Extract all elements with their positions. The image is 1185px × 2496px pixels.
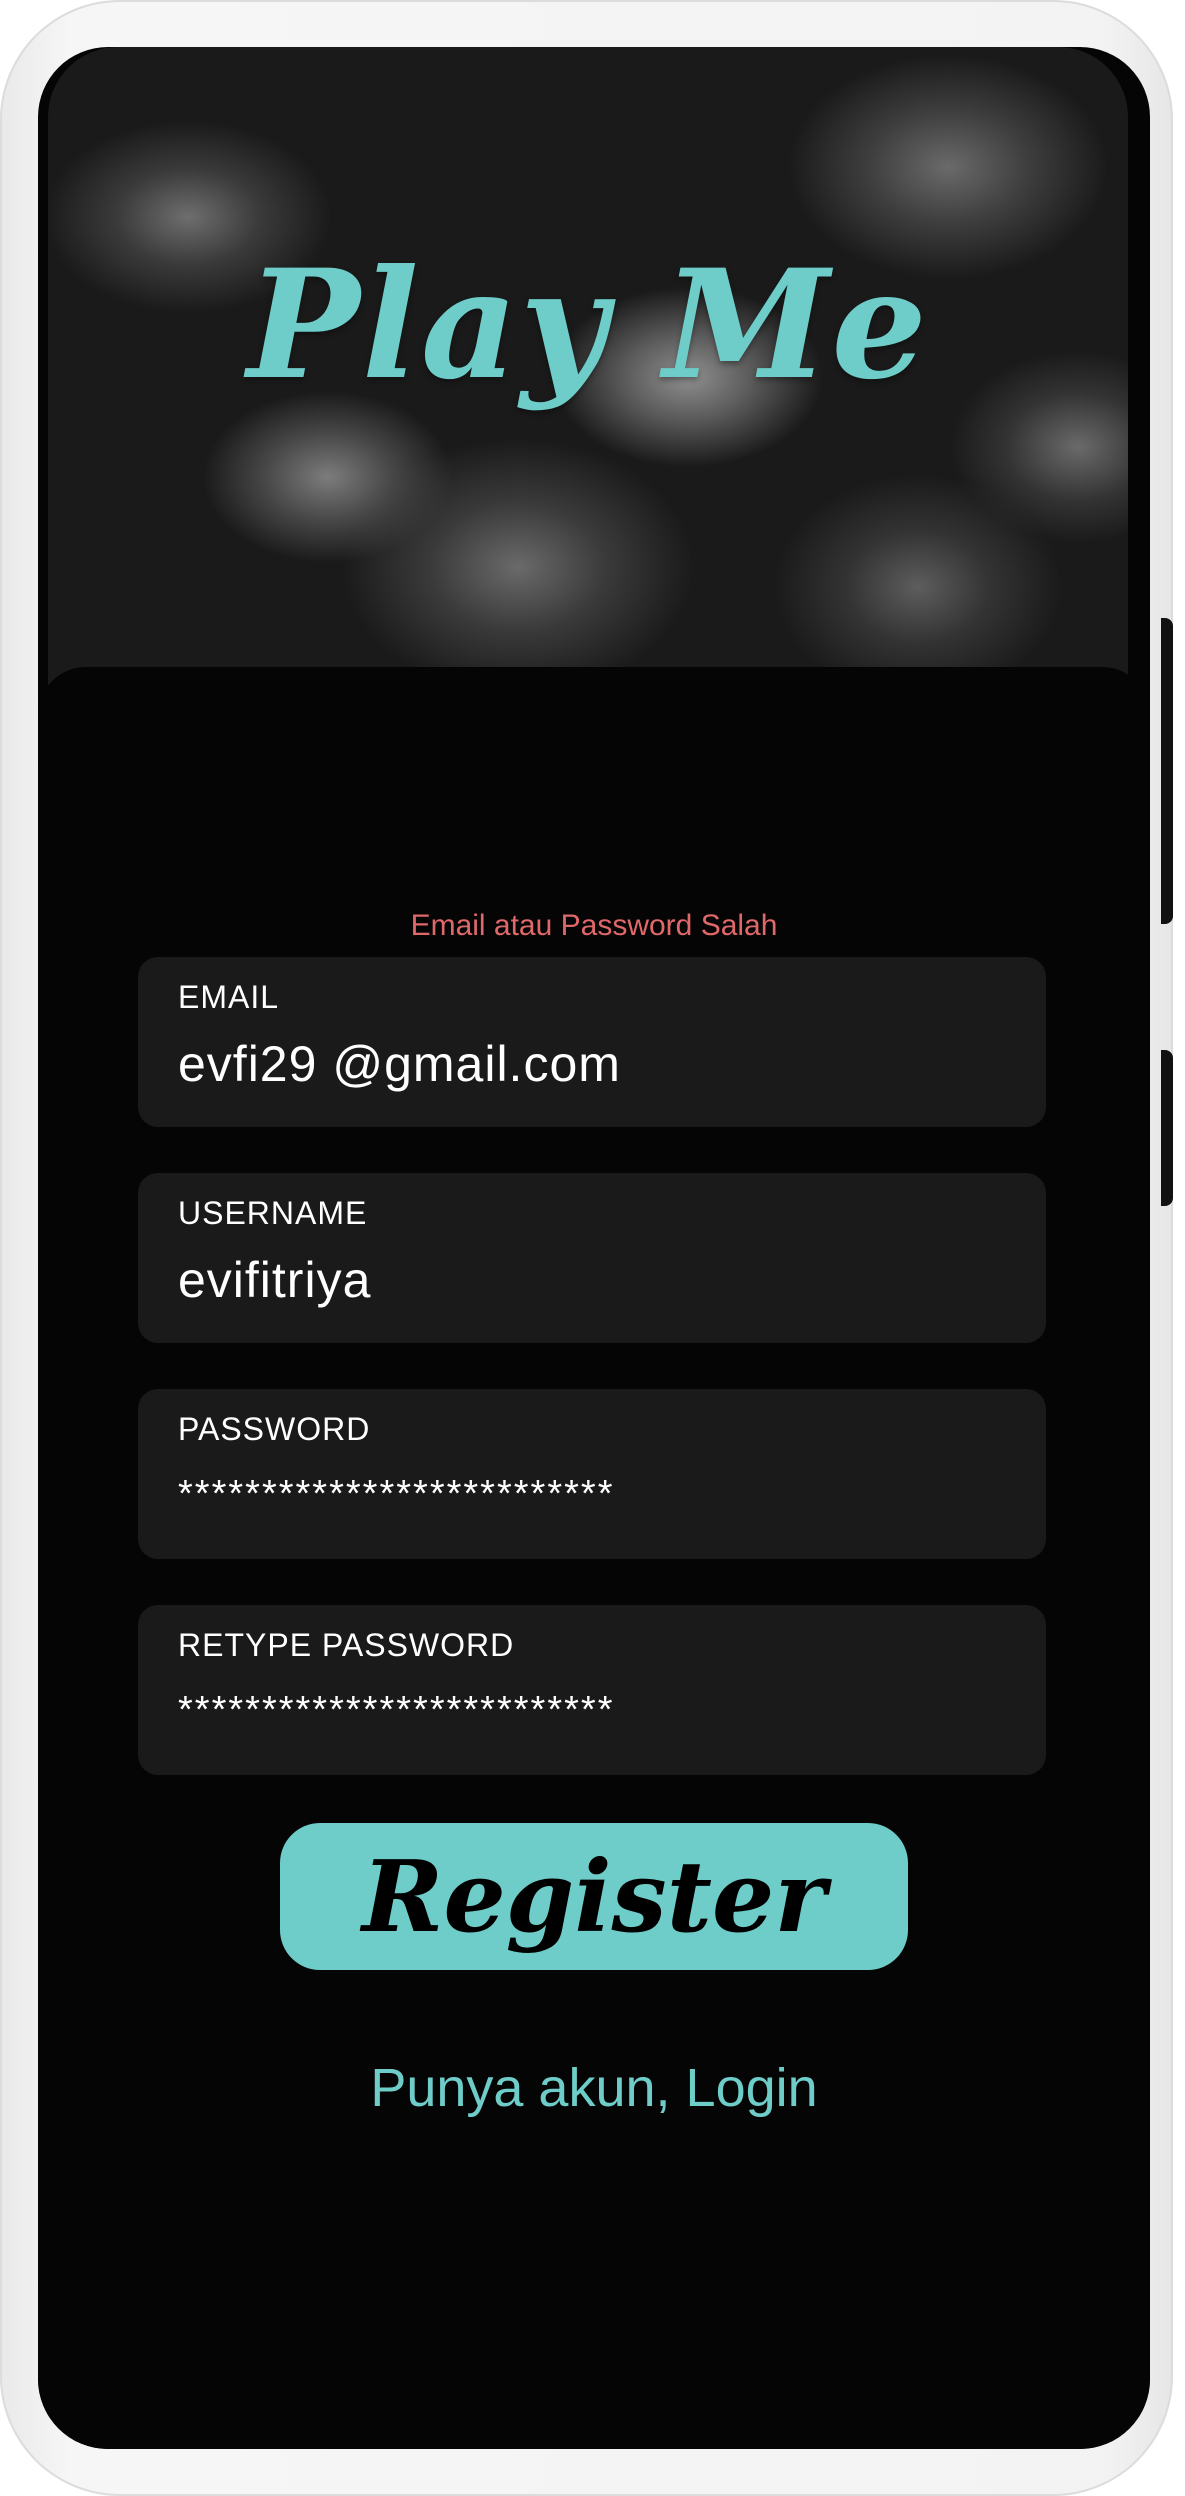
hero-rock-background: Play Me: [48, 47, 1128, 717]
password-label: PASSWORD: [178, 1411, 371, 1447]
register-button[interactable]: Register: [280, 1823, 908, 1970]
login-link[interactable]: Punya akun, Login: [38, 2057, 1150, 2119]
username-value[interactable]: evifitriya: [178, 1251, 371, 1309]
retype-password-value[interactable]: **************************: [178, 1689, 615, 1732]
email-label: EMAIL: [178, 979, 280, 1015]
register-form-sheet: Email atau Password Salah EMAIL evfi29 @…: [38, 667, 1150, 2449]
email-value[interactable]: evfi29 @gmail.com: [178, 1035, 621, 1093]
error-message: Email atau Password Salah: [410, 909, 778, 942]
password-value[interactable]: **************************: [178, 1473, 615, 1516]
password-field[interactable]: PASSWORD **************************: [138, 1389, 1046, 1559]
retype-password-field[interactable]: RETYPE PASSWORD ************************…: [138, 1605, 1046, 1775]
app-title: Play Me: [247, 237, 929, 413]
app-screen: Play Me Email atau Password Salah EMAIL …: [38, 47, 1150, 2449]
retype-password-label: RETYPE PASSWORD: [178, 1627, 515, 1663]
username-field[interactable]: USERNAME evifitriya: [138, 1173, 1046, 1343]
phone-frame: Play Me Email atau Password Salah EMAIL …: [0, 0, 1173, 2496]
username-label: USERNAME: [178, 1195, 368, 1231]
phone-side-button-volume: [1161, 1050, 1173, 1206]
email-field[interactable]: EMAIL evfi29 @gmail.com: [138, 957, 1046, 1127]
phone-side-button-power: [1161, 618, 1173, 924]
